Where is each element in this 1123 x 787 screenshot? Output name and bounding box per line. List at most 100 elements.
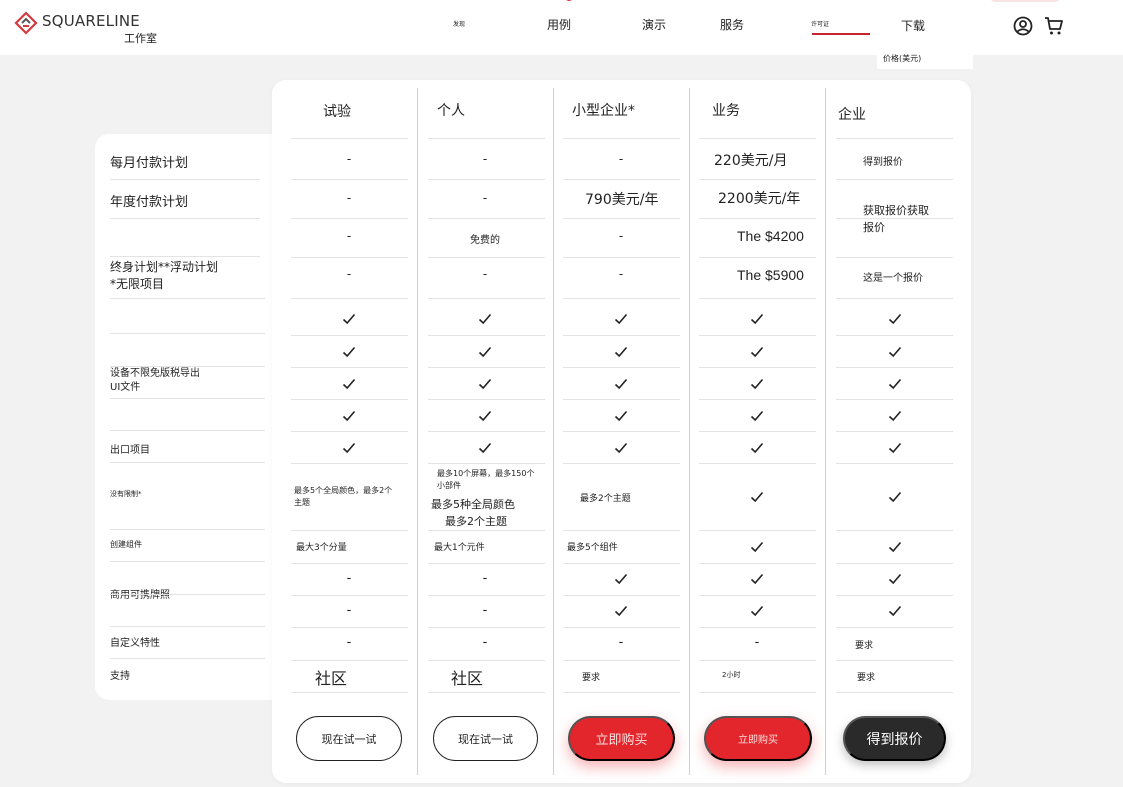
feature-label-yearly: 年度付款计划 (110, 195, 189, 210)
row-divider (428, 530, 545, 531)
buy-now-button-small-business[interactable]: 立即购买 (568, 716, 675, 761)
checkmark-icon (342, 346, 356, 358)
nav-item-examples[interactable]: 用例 (547, 16, 571, 33)
row-divider (563, 692, 680, 693)
feature-label-support: 支持 (110, 671, 130, 682)
decorative-glow (990, 0, 1060, 2)
checkmark-icon (750, 346, 764, 358)
checkmark-icon (888, 346, 902, 358)
checkmark-icon (614, 573, 628, 585)
checkmark-icon (478, 410, 492, 422)
checkmark-icon (614, 378, 628, 390)
get-quote-button-enterprise[interactable]: 得到报价 (843, 716, 946, 761)
row-divider (110, 430, 265, 431)
row-divider (428, 257, 545, 258)
checkmark-icon (750, 442, 764, 454)
checkmark-icon (888, 410, 902, 422)
row-divider (291, 257, 408, 258)
row-divider (836, 627, 953, 628)
checkmark-icon (750, 313, 764, 325)
cell-business-yearly: 2200美元/年 (718, 191, 801, 207)
cell-business-monthly: 220美元/月 (714, 153, 788, 169)
nav-item-license[interactable]: 许可证 (811, 19, 829, 28)
row-divider (699, 627, 816, 628)
row-divider (699, 138, 816, 139)
column-divider (553, 88, 554, 775)
cell-trial-row13: - (346, 603, 352, 618)
row-divider (699, 530, 816, 531)
nav-item-download[interactable]: 下载 (901, 17, 925, 34)
row-divider (291, 463, 408, 464)
row-divider (428, 463, 545, 464)
row-divider (291, 218, 408, 219)
nav-item-demo[interactable]: 演示 (642, 16, 666, 33)
checkmark-icon (888, 442, 902, 454)
row-divider (699, 335, 816, 336)
nav-item-discover[interactable]: 发现 (453, 19, 465, 28)
checkmark-icon (888, 378, 902, 390)
checkmark-icon (750, 410, 764, 422)
row-divider (428, 563, 545, 564)
row-divider (836, 692, 953, 693)
cell-smallbiz-custom: - (618, 635, 624, 650)
feature-label-monthly: 每月付款计划 (110, 156, 189, 171)
nav-active-underline (812, 33, 870, 35)
row-divider (699, 660, 816, 661)
cell-trial-free: - (346, 229, 352, 243)
plan-heading-personal: 个人 (437, 103, 465, 119)
shopping-cart-icon[interactable] (1044, 16, 1064, 36)
row-divider (836, 179, 953, 180)
row-divider (563, 595, 680, 596)
cell-smallbiz-free: - (618, 229, 624, 243)
cell-personal-row13: - (482, 603, 488, 618)
row-divider (110, 462, 265, 463)
row-divider (110, 256, 260, 257)
row-divider (428, 399, 545, 400)
checkmark-icon (478, 313, 492, 325)
cell-personal-colors: 最多5种全局颜色 (431, 498, 515, 511)
row-divider (836, 138, 953, 139)
cell-smallbiz-support: 要求 (582, 673, 601, 683)
row-divider (563, 179, 680, 180)
row-divider (291, 692, 408, 693)
row-divider (291, 367, 408, 368)
feature-label-no-limit: 没有限制* (110, 490, 142, 498)
license-dropdown-item-price[interactable]: 价格(美元) (877, 50, 973, 69)
try-now-button-trial[interactable]: 现在试一试 (296, 716, 402, 761)
row-divider (428, 431, 545, 432)
cell-personal-lifetime: - (482, 267, 488, 281)
buy-now-button-business[interactable]: 立即购买 (704, 716, 812, 761)
user-account-icon[interactable] (1013, 16, 1033, 36)
row-divider (428, 367, 545, 368)
nav-item-services[interactable]: 服务 (720, 16, 744, 33)
checkmark-icon (342, 313, 356, 325)
row-divider (836, 399, 953, 400)
row-divider (836, 463, 953, 464)
try-now-button-personal[interactable]: 现在试一试 (433, 716, 538, 761)
row-divider (291, 431, 408, 432)
row-divider (428, 179, 545, 180)
row-divider (291, 399, 408, 400)
cell-trial-custom: - (346, 635, 352, 650)
column-divider (825, 88, 826, 775)
checkmark-icon (750, 541, 764, 553)
checkmark-icon (888, 313, 902, 325)
row-divider (563, 660, 680, 661)
row-divider (110, 366, 265, 367)
checkmark-icon (342, 410, 356, 422)
checkmark-icon (750, 573, 764, 585)
row-divider (291, 660, 408, 661)
cell-trial-components: 最大3个分量 (296, 543, 347, 553)
row-divider (291, 138, 408, 139)
row-divider (428, 138, 545, 139)
checkmark-icon (342, 442, 356, 454)
row-divider (291, 563, 408, 564)
row-divider (291, 179, 408, 180)
checkmark-icon (614, 410, 628, 422)
row-divider (563, 431, 680, 432)
row-divider (699, 399, 816, 400)
row-divider (836, 335, 953, 336)
row-divider (110, 333, 265, 334)
row-divider (699, 298, 816, 299)
checkmark-icon (478, 378, 492, 390)
